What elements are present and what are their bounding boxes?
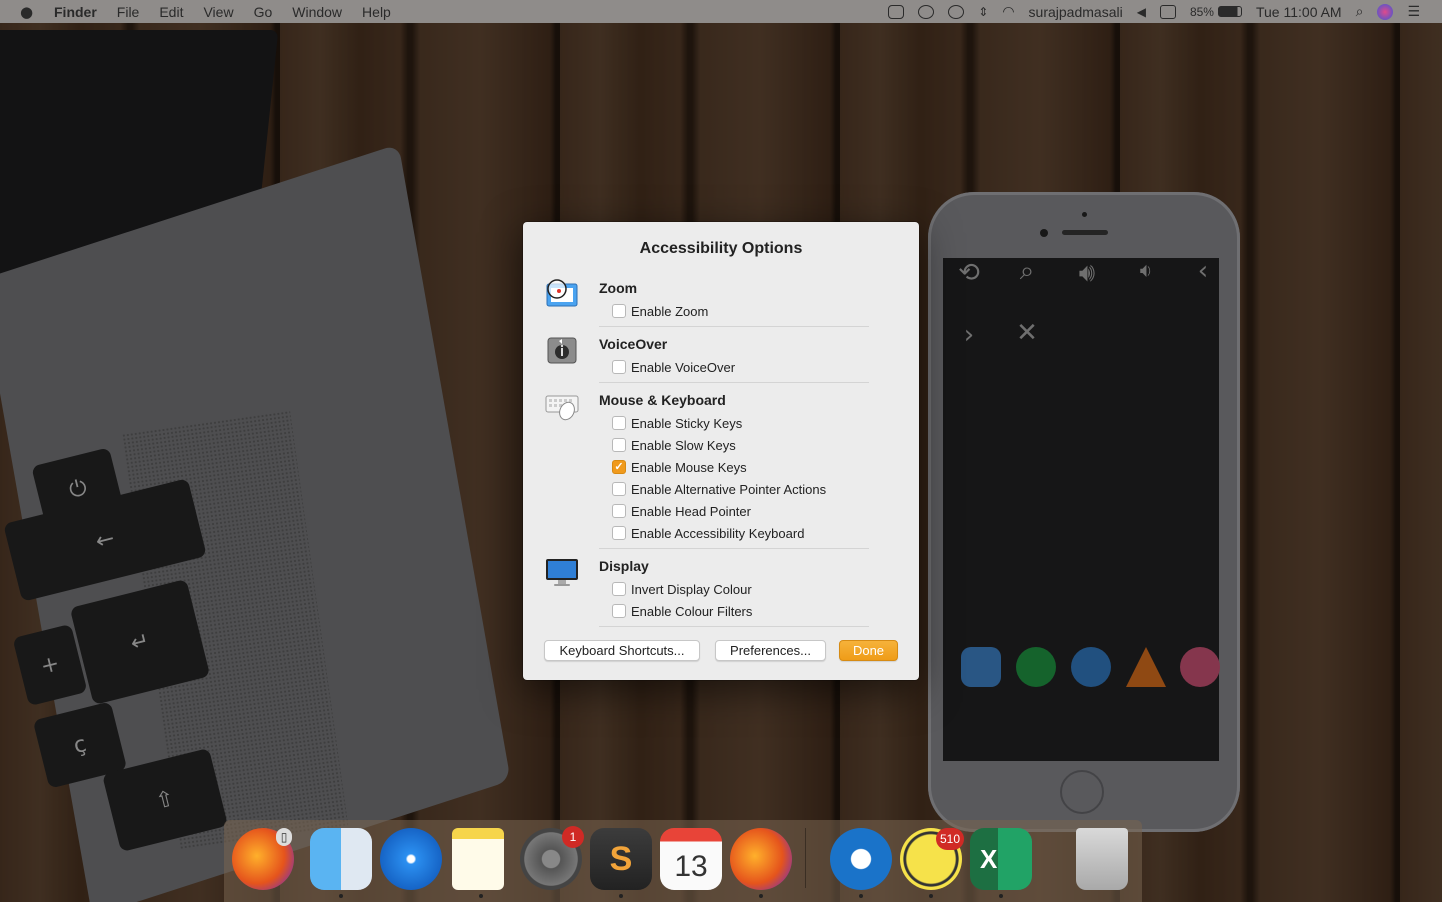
menu-go[interactable]: Go — [254, 4, 273, 20]
dock-firefox-alt-icon[interactable] — [730, 828, 792, 890]
dock-basecamp-badge: 510 — [936, 828, 965, 850]
dock-finder-icon[interactable] — [310, 828, 372, 890]
checkbox-label: Enable VoiceOver — [631, 359, 736, 375]
checkbox-label: Enable Head Pointer — [631, 503, 751, 519]
siri-icon[interactable] — [1377, 3, 1394, 20]
keyboard-shortcuts-button[interactable]: Keyboard Shortcuts... — [544, 640, 700, 661]
checkbox-label: Enable Accessibility Keyboard — [631, 525, 805, 541]
checkbox-enable-mouse-keys[interactable]: ✓ Enable Mouse Keys — [612, 458, 747, 476]
dock-system-preferences-badge: 1 — [562, 826, 584, 848]
checkbox-box[interactable] — [612, 438, 626, 452]
checkbox-enable-colour-filters[interactable]: Enable Colour Filters — [612, 602, 752, 620]
checkbox-enable-accessibility-keyboard[interactable]: Enable Accessibility Keyboard — [612, 524, 804, 542]
teamviewer-menu-icon[interactable] — [1159, 4, 1176, 19]
checkbox-box[interactable] — [612, 360, 626, 374]
sidecar-icon[interactable] — [888, 4, 905, 19]
section-title-zoom: Zoom — [599, 280, 638, 296]
zoom-icon — [546, 279, 578, 307]
wifi-icon[interactable]: ◠ — [1002, 4, 1014, 20]
checkbox-label: Enable Mouse Keys — [631, 459, 747, 475]
checkbox-label: Enable Slow Keys — [631, 437, 736, 453]
section-divider — [599, 326, 869, 327]
section-title-voiceover: VoiceOver — [599, 336, 668, 352]
checkbox-enable-alternative-pointer-actions[interactable]: Enable Alternative Pointer Actions — [612, 480, 826, 498]
accessibility-options-dialog: Accessibility Options Zoom Enable Zoom V… — [523, 222, 919, 680]
voiceover-icon — [547, 337, 577, 364]
display-icon — [546, 559, 578, 586]
dock-running-indicator — [479, 894, 483, 898]
spotlight-icon[interactable]: ⌕ — [1356, 4, 1364, 20]
dock-running-indicator — [929, 894, 933, 898]
dock-firefox-badge: ▯ — [276, 828, 292, 846]
checkbox-box[interactable] — [612, 416, 626, 430]
menu-edit[interactable]: Edit — [159, 4, 183, 20]
status-area: ⇕ ◠ surajpadmasali ◀ 85% Tue 11:00 AM ⌕ … — [874, 0, 1442, 23]
checkbox-box[interactable] — [612, 604, 626, 618]
section-title-display: Display — [599, 558, 649, 574]
done-button[interactable]: Done — [839, 640, 898, 661]
checkbox-label: Enable Alternative Pointer Actions — [631, 481, 827, 497]
menu-bar: ● Finder File Edit View Go Window Help ⇕… — [0, 0, 1442, 23]
username[interactable]: surajpadmasali — [1029, 4, 1123, 20]
dock-notes-icon[interactable] — [452, 828, 504, 890]
checkbox-box[interactable] — [612, 582, 626, 596]
battery-percent[interactable]: 85% — [1190, 5, 1214, 19]
checkbox-box[interactable] — [612, 482, 626, 496]
mouse-keyboard-icon — [545, 395, 579, 421]
checkbox-enable-zoom[interactable]: Enable Zoom — [612, 302, 708, 320]
volume-icon[interactable]: ◀ — [1137, 5, 1146, 19]
checkbox-enable-voiceover[interactable]: Enable VoiceOver — [612, 358, 735, 376]
accessibility-arrows-icon[interactable]: ⇕ — [978, 5, 988, 19]
checkbox-label: Invert Display Colour — [631, 581, 752, 597]
dock-excel-icon[interactable]: X — [970, 828, 1032, 890]
checkbox-enable-slow-keys[interactable]: Enable Slow Keys — [612, 436, 736, 454]
dock-running-indicator — [859, 894, 863, 898]
checkbox-box[interactable] — [612, 304, 626, 318]
dock-running-indicator — [759, 894, 763, 898]
section-divider — [599, 382, 869, 383]
menu-view[interactable]: View — [203, 4, 233, 20]
section-divider — [599, 548, 869, 549]
creative-cloud-icon[interactable] — [948, 4, 965, 19]
dock-teamviewer-icon[interactable] — [830, 828, 892, 890]
checkbox-label: Enable Colour Filters — [631, 603, 753, 619]
dock-calendar-icon[interactable]: 13 — [660, 828, 722, 890]
dock-separator — [805, 828, 806, 888]
dock-sublime-text-icon[interactable]: S — [590, 828, 652, 890]
apple-icon[interactable]: ● — [20, 3, 38, 21]
section-divider — [599, 626, 869, 627]
checkmark-icon[interactable]: ✓ — [612, 460, 626, 474]
dock-running-indicator — [999, 894, 1003, 898]
menu-help[interactable]: Help — [362, 4, 391, 20]
battery-icon[interactable] — [1217, 6, 1242, 17]
checkbox-enable-sticky-keys[interactable]: Enable Sticky Keys — [612, 414, 742, 432]
checkbox-box[interactable] — [612, 526, 626, 540]
calendar-day: 13 — [674, 850, 708, 883]
preferences-button[interactable]: Preferences... — [715, 640, 826, 661]
checkbox-label: Enable Zoom — [631, 303, 709, 319]
notification-center-icon[interactable]: ☰ — [1407, 4, 1420, 20]
checkbox-box[interactable] — [612, 504, 626, 518]
menu-file[interactable]: File — [117, 4, 140, 20]
dock-safari-icon[interactable] — [380, 828, 442, 890]
checkbox-enable-head-pointer[interactable]: Enable Head Pointer — [612, 502, 751, 520]
sync-icon[interactable] — [918, 4, 935, 19]
menu-finder[interactable]: Finder — [54, 4, 97, 20]
clock[interactable]: Tue 11:00 AM — [1256, 4, 1342, 20]
section-title-mouse-keyboard: Mouse & Keyboard — [599, 392, 726, 408]
checkbox-label: Enable Sticky Keys — [631, 415, 743, 431]
checkbox-invert-display-colour[interactable]: Invert Display Colour — [612, 580, 752, 598]
menu-window[interactable]: Window — [292, 4, 342, 20]
dialog-title: Accessibility Options — [639, 240, 803, 257]
dock-running-indicator — [619, 894, 623, 898]
dock-running-indicator — [339, 894, 343, 898]
dock-trash-icon[interactable] — [1076, 828, 1128, 890]
